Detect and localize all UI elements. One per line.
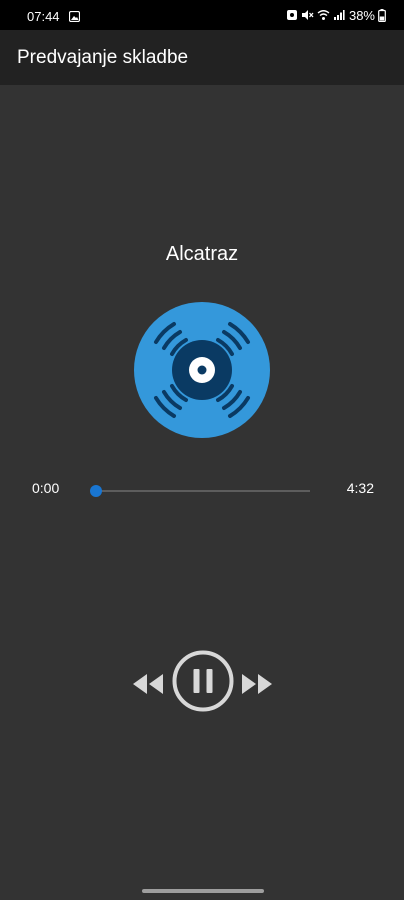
battery-percent: 38% [348,7,375,23]
signal-icon [333,10,345,20]
seek-thumb[interactable] [90,485,102,497]
battery-icon [378,8,386,22]
app-bar: Predvajanje skladbe [0,30,404,85]
wifi-icon [317,10,330,20]
pause-icon[interactable] [172,650,234,712]
current-time: 0:00 [32,480,60,496]
status-time: 07:44 [27,9,60,24]
fast-forward-icon[interactable] [241,673,273,695]
status-icons: 38% [286,7,386,23]
rewind-icon[interactable] [132,673,164,695]
page-title: Predvajanje skladbe [17,47,189,68]
playback-controls [0,650,404,712]
mute-icon [301,10,314,20]
total-time: 4:32 [346,480,374,496]
screenshot-icon [286,10,297,20]
vinyl-record-icon [134,302,270,438]
seek-track [96,490,310,492]
gesture-nav-handle[interactable] [142,889,264,893]
seek-bar[interactable] [90,482,312,500]
photo-icon [69,11,80,22]
song-title: Alcatraz [165,243,239,265]
status-bar: 07:44 38% [0,0,404,30]
